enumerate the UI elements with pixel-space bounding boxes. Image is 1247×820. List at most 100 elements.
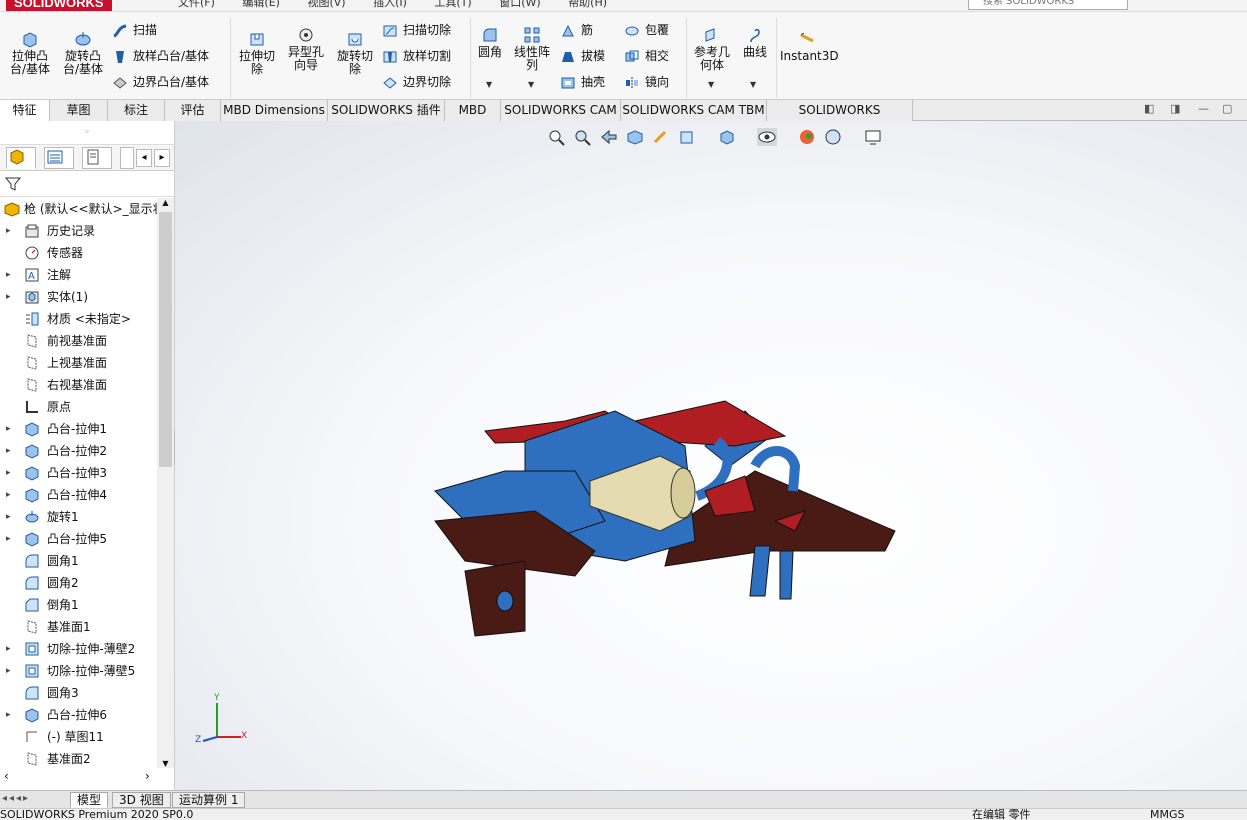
edit-appearance-icon[interactable]	[797, 128, 817, 146]
tree-item[interactable]: ▸ 切除-拉伸-薄壁2	[0, 638, 157, 660]
graphics-viewport[interactable]: Y X Z	[175, 121, 1247, 790]
tab-solidworks-inspection[interactable]: SOLIDWORKS Inspection	[767, 100, 913, 137]
search-input[interactable]: 搜索 SOLIDWORKS	[968, 0, 1128, 10]
expand-arrow-icon[interactable]: ▸	[6, 638, 11, 660]
tab-solidworks-cam-tbm[interactable]: SOLIDWORKS CAM TBM	[621, 100, 767, 121]
feature-manager-tab[interactable]	[6, 147, 36, 169]
tree-item[interactable]: 基准面2	[0, 748, 157, 768]
instant3d-button[interactable]: Instant3D	[780, 30, 839, 63]
tree-item[interactable]: ▸ 凸台-拉伸5	[0, 528, 157, 550]
tree-item[interactable]: 圆角1	[0, 550, 157, 572]
zoom-to-area-icon[interactable]	[573, 128, 593, 146]
expand-arrow-icon[interactable]: ▸	[6, 418, 11, 440]
scroll-down-icon[interactable]: ▼	[157, 759, 174, 768]
tabs-scroll-right-icon[interactable]: ▸	[154, 149, 170, 167]
boundary-boss-button[interactable]: 边界凸台/基体	[112, 73, 209, 91]
previous-view-icon[interactable]	[599, 128, 619, 146]
expand-arrow-icon[interactable]: ▸	[6, 704, 11, 726]
tree-filter[interactable]	[0, 171, 174, 197]
tree-item[interactable]: 倒角1	[0, 594, 157, 616]
model-tab[interactable]: 模型	[70, 792, 109, 808]
dynamic-annotation-icon[interactable]	[651, 128, 671, 146]
apply-scene-icon[interactable]	[823, 128, 843, 146]
menu-tools[interactable]: 工具(T)	[434, 0, 471, 9]
menu-view[interactable]: 视图(V)	[307, 0, 345, 9]
tree-item[interactable]: 上视基准面	[0, 352, 157, 374]
menu-insert[interactable]: 插入(I)	[373, 0, 407, 9]
mirror-button[interactable]: 镜向	[624, 73, 669, 91]
scroll-right-icon[interactable]: ›	[145, 769, 150, 783]
tree-item[interactable]: 前视基准面	[0, 330, 157, 352]
tree-item[interactable]: ▸ 凸台-拉伸1	[0, 418, 157, 440]
hole-wizard-button[interactable]: 异型孔 向导	[284, 26, 328, 72]
restore-left-icon[interactable]: ◧	[1144, 102, 1154, 115]
tab-markup[interactable]: 标注	[108, 100, 165, 121]
wrap-button[interactable]: 包覆	[624, 21, 669, 39]
curves-button[interactable]: 曲线	[738, 26, 772, 59]
scroll-left-icon[interactable]: ‹	[4, 769, 9, 783]
revolve-boss-button[interactable]: 旋转凸 台/基体	[60, 30, 106, 76]
tabs-scroll-left-icon[interactable]: ◂	[136, 149, 152, 167]
tree-root[interactable]: 枪 (默认<<默认>_显示状态	[0, 198, 157, 220]
maximize-icon[interactable]: ▢	[1222, 102, 1232, 115]
linear-pattern-button[interactable]: 线性阵 列	[510, 26, 554, 72]
tab-features[interactable]: 特征	[0, 100, 50, 121]
tree-item[interactable]: ▸ 切除-拉伸-薄壁5	[0, 660, 157, 682]
tree-item[interactable]: ▸ 凸台-拉伸4	[0, 484, 157, 506]
tab-sketch[interactable]: 草图	[50, 100, 108, 121]
fillet-dropdown[interactable]: ▼	[486, 80, 492, 89]
property-manager-tab[interactable]	[44, 147, 74, 169]
intersect-button[interactable]: 相交	[624, 47, 669, 65]
tree-item[interactable]: 圆角2	[0, 572, 157, 594]
gun-model[interactable]	[425, 351, 905, 641]
zoom-to-fit-icon[interactable]	[547, 128, 567, 146]
tab-mbd[interactable]: MBD	[445, 100, 501, 121]
hide-show-items-icon[interactable]	[757, 128, 777, 146]
expand-arrow-icon[interactable]: ▸	[6, 440, 11, 462]
3d-view-tab[interactable]: 3D 视图	[112, 792, 171, 808]
reference-geometry-button[interactable]: 参考几 何体	[692, 26, 732, 72]
tree-item[interactable]: 材质 <未指定>	[0, 308, 157, 330]
tree-item[interactable]: ▸ 实体(1)	[0, 286, 157, 308]
scroll-thumb[interactable]	[159, 212, 172, 467]
lofted-cut-button[interactable]: 放样切割	[382, 47, 451, 65]
expand-arrow-icon[interactable]: ▸	[6, 660, 11, 682]
tree-item[interactable]: ▸ 历史记录	[0, 220, 157, 242]
tree-item[interactable]: 基准面1	[0, 616, 157, 638]
scroll-up-icon[interactable]: ▲	[157, 198, 174, 207]
tab-scroll-arrows-icon[interactable]: ◂◂◂▸	[2, 793, 30, 804]
minimize-icon[interactable]: —	[1198, 102, 1209, 115]
tree-item[interactable]: 圆角3	[0, 682, 157, 704]
curves-dropdown[interactable]: ▼	[750, 80, 756, 89]
expand-arrow-icon[interactable]: ▸	[6, 286, 11, 308]
expand-arrow-icon[interactable]: ▸	[6, 528, 11, 550]
extrude-cut-button[interactable]: 拉伸切 除	[236, 30, 278, 76]
swept-cut-button[interactable]: 扫描切除	[382, 21, 451, 39]
tree-item[interactable]: ▸ A 注解	[0, 264, 157, 286]
status-units[interactable]: MMGS	[1150, 809, 1185, 820]
view-settings-icon[interactable]	[863, 128, 883, 146]
extrude-boss-button[interactable]: 拉伸凸 台/基体	[8, 30, 52, 76]
rib-button[interactable]: 筋	[560, 21, 593, 39]
tree-item[interactable]: ▸ 凸台-拉伸3	[0, 462, 157, 484]
boundary-cut-button[interactable]: 边界切除	[382, 73, 451, 91]
draft-button[interactable]: 拔模	[560, 47, 605, 65]
tree-horizontal-scrollbar[interactable]: ‹ ›	[0, 769, 157, 787]
revolve-cut-button[interactable]: 旋转切 除	[334, 30, 376, 76]
pattern-dropdown[interactable]: ▼	[528, 80, 534, 89]
expand-arrow-icon[interactable]: ▸	[6, 484, 11, 506]
tab-evaluate[interactable]: 评估	[165, 100, 221, 121]
tree-vertical-scrollbar[interactable]: ▲ ▼	[157, 198, 174, 768]
tree-item[interactable]: 传感器	[0, 242, 157, 264]
expand-arrow-icon[interactable]: ▸	[6, 264, 11, 286]
tab-solidworks-addins[interactable]: SOLIDWORKS 插件	[328, 100, 445, 121]
menu-file[interactable]: 文件(F)	[178, 0, 215, 9]
tree-item[interactable]: 原点	[0, 396, 157, 418]
menu-help[interactable]: 帮助(H)	[568, 0, 607, 9]
solidworks-logo[interactable]: SOLIDWORKS	[6, 0, 112, 11]
loft-boss-button[interactable]: 放样凸台/基体	[112, 47, 209, 65]
menu-window[interactable]: 窗口(W)	[499, 0, 540, 9]
expand-arrow-icon[interactable]: ▸	[6, 220, 11, 242]
motion-study-tab[interactable]: 运动算例 1	[172, 792, 246, 808]
shell-button[interactable]: 抽壳	[560, 73, 605, 91]
